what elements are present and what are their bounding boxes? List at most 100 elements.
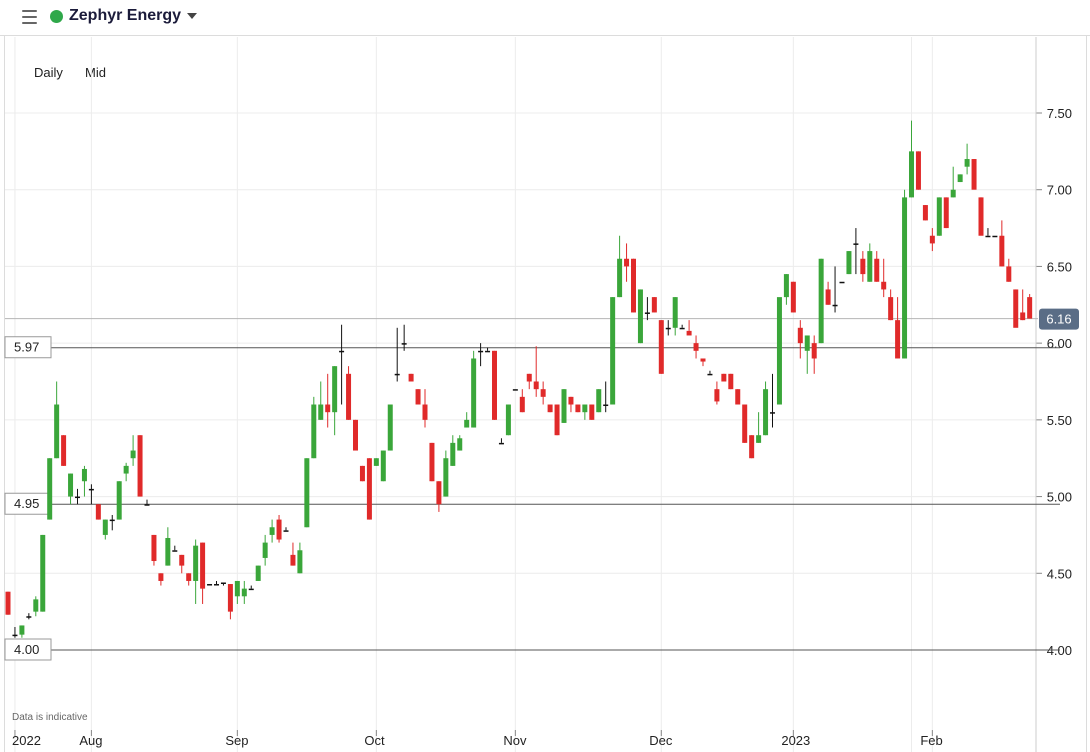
candle-body (332, 366, 338, 413)
candle-body (811, 343, 817, 359)
candle-body (262, 542, 268, 558)
candle-body (929, 235, 935, 244)
candle-body (631, 258, 636, 313)
candle-body (637, 289, 643, 344)
candle-body (985, 235, 991, 238)
candle-body (992, 235, 998, 238)
candle-body (568, 396, 574, 405)
candle-body (610, 297, 616, 405)
candle-body (790, 281, 796, 313)
candle-body (776, 297, 782, 405)
candle-body (436, 481, 442, 505)
candle-body (248, 588, 254, 591)
candle-body (888, 297, 894, 321)
candle-body (582, 404, 588, 413)
candle-body (346, 373, 352, 420)
candle-body (756, 435, 762, 443)
candle-body (12, 634, 18, 637)
candle-body (867, 251, 873, 282)
candle-body (109, 519, 115, 522)
candle-body (783, 274, 789, 298)
candle-body (1006, 266, 1012, 282)
y-tick-label: 7.00 (1047, 183, 1072, 198)
candle-body (839, 281, 845, 284)
candle-body (422, 404, 428, 420)
price-level-label: 4.95 (14, 496, 39, 511)
candle-body (943, 197, 949, 229)
price-chart[interactable]: 7.50 7.00 6.50 6.00 5.50 5.00 4.50 4.00 2022 Aug S… (0, 0, 1090, 752)
candle-body (1027, 297, 1033, 319)
candle-body (304, 458, 310, 528)
candle-body (464, 419, 470, 428)
y-tick-label: 5.50 (1047, 413, 1072, 428)
candle-body (172, 550, 178, 552)
candle-body (283, 530, 289, 532)
candle-body (394, 373, 400, 376)
candle-body (207, 584, 213, 586)
candle-body (909, 151, 914, 198)
candle-body (234, 580, 240, 597)
candle-body (325, 404, 331, 413)
candle-body (311, 404, 317, 459)
candle-body (603, 404, 609, 407)
candle-body (498, 442, 504, 445)
current-price-label: 6.16 (1046, 312, 1071, 327)
candle-body (742, 404, 748, 443)
candle-body (533, 381, 539, 390)
candle-body (624, 258, 630, 267)
candle-body (547, 404, 553, 413)
candle-body (47, 458, 53, 520)
x-tick-label: Dec (649, 733, 673, 748)
candle-body (255, 565, 261, 581)
candle-body (964, 159, 970, 167)
candle-body (686, 330, 692, 336)
x-tick-label: Sep (225, 733, 248, 748)
candle-body (575, 404, 581, 413)
candle-body (158, 573, 164, 581)
x-tick-label: Aug (79, 733, 102, 748)
candle-body (707, 373, 713, 376)
candle-body (679, 327, 685, 330)
candle-body (651, 297, 657, 313)
candle-body (700, 358, 706, 362)
candle-body (130, 450, 136, 459)
candle-body (644, 312, 650, 314)
candle-body (596, 389, 602, 413)
candle-body (137, 435, 143, 497)
x-tick-label: 2022 (12, 733, 41, 748)
candle-body (957, 174, 963, 183)
candle-body (554, 404, 560, 436)
candle-body (415, 389, 421, 405)
candle-body (735, 389, 741, 405)
candle-body (950, 189, 956, 198)
candle-body (1013, 289, 1019, 328)
candle-body (693, 343, 699, 351)
candle-body (214, 584, 219, 586)
y-tick-label: 4.50 (1047, 566, 1072, 581)
x-tick-label: Feb (920, 733, 942, 748)
candle-body (478, 350, 484, 353)
candle-body (978, 197, 984, 236)
candle-body (40, 534, 46, 612)
candle-body (68, 473, 74, 497)
candle-body (874, 258, 880, 282)
candle-body (846, 251, 852, 275)
candle-body (749, 435, 755, 459)
candle-body (116, 481, 122, 520)
candle-body (123, 465, 129, 474)
candle-body (359, 465, 365, 482)
candle-body (102, 519, 108, 535)
candle-body (276, 519, 282, 540)
candle-body (241, 588, 247, 597)
candle-body (936, 197, 942, 236)
candle-body (81, 468, 87, 482)
candle-body (5, 591, 11, 615)
candle-body (75, 496, 80, 499)
candle-body (1020, 312, 1026, 321)
candle-body (450, 442, 456, 466)
candle-body (665, 327, 671, 330)
candle-body (818, 258, 824, 344)
candle-body (763, 389, 769, 436)
candle-body (519, 396, 525, 413)
candle-body (269, 527, 275, 535)
